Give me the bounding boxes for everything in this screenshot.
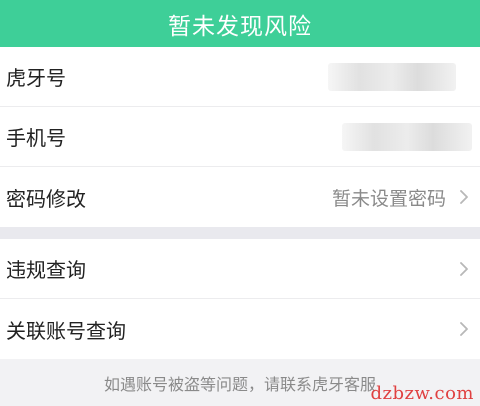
- row-phone-number: 手机号: [0, 107, 480, 167]
- huya-id-redacted-value: [328, 62, 456, 91]
- section-separator: [0, 227, 480, 239]
- row-violation-query[interactable]: 违规查询: [0, 239, 480, 299]
- row-label-change-password: 密码修改: [6, 186, 86, 211]
- row-label-linked-account-query: 关联账号查询: [6, 318, 126, 343]
- banner-title: 暂未发现风险: [168, 13, 312, 40]
- row-label-huya-id: 虎牙号: [6, 66, 66, 90]
- account-info-group: 虎牙号 手机号 密码修改 暂未设置密码: [0, 47, 480, 227]
- chevron-right-icon: [460, 261, 468, 276]
- phone-number-redacted-value: [342, 122, 472, 151]
- chevron-right-icon: [460, 190, 468, 204]
- row-label-violation-query: 违规查询: [6, 258, 86, 282]
- site-watermark: dzbzw.com: [370, 383, 474, 404]
- status-banner: 暂未发现风险: [0, 0, 480, 47]
- query-group: 违规查询 关联账号查询: [0, 239, 480, 359]
- row-linked-account-query[interactable]: 关联账号查询: [0, 299, 480, 359]
- chevron-right-icon: [460, 322, 468, 336]
- footer-hint-text: 如遇账号被盗等问题，请联系虎牙客服: [103, 374, 376, 394]
- row-huya-id: 虎牙号: [0, 47, 480, 107]
- password-status-value: 暂未设置密码: [331, 187, 446, 210]
- row-change-password[interactable]: 密码修改 暂未设置密码: [0, 167, 480, 227]
- row-label-phone-number: 手机号: [6, 126, 66, 150]
